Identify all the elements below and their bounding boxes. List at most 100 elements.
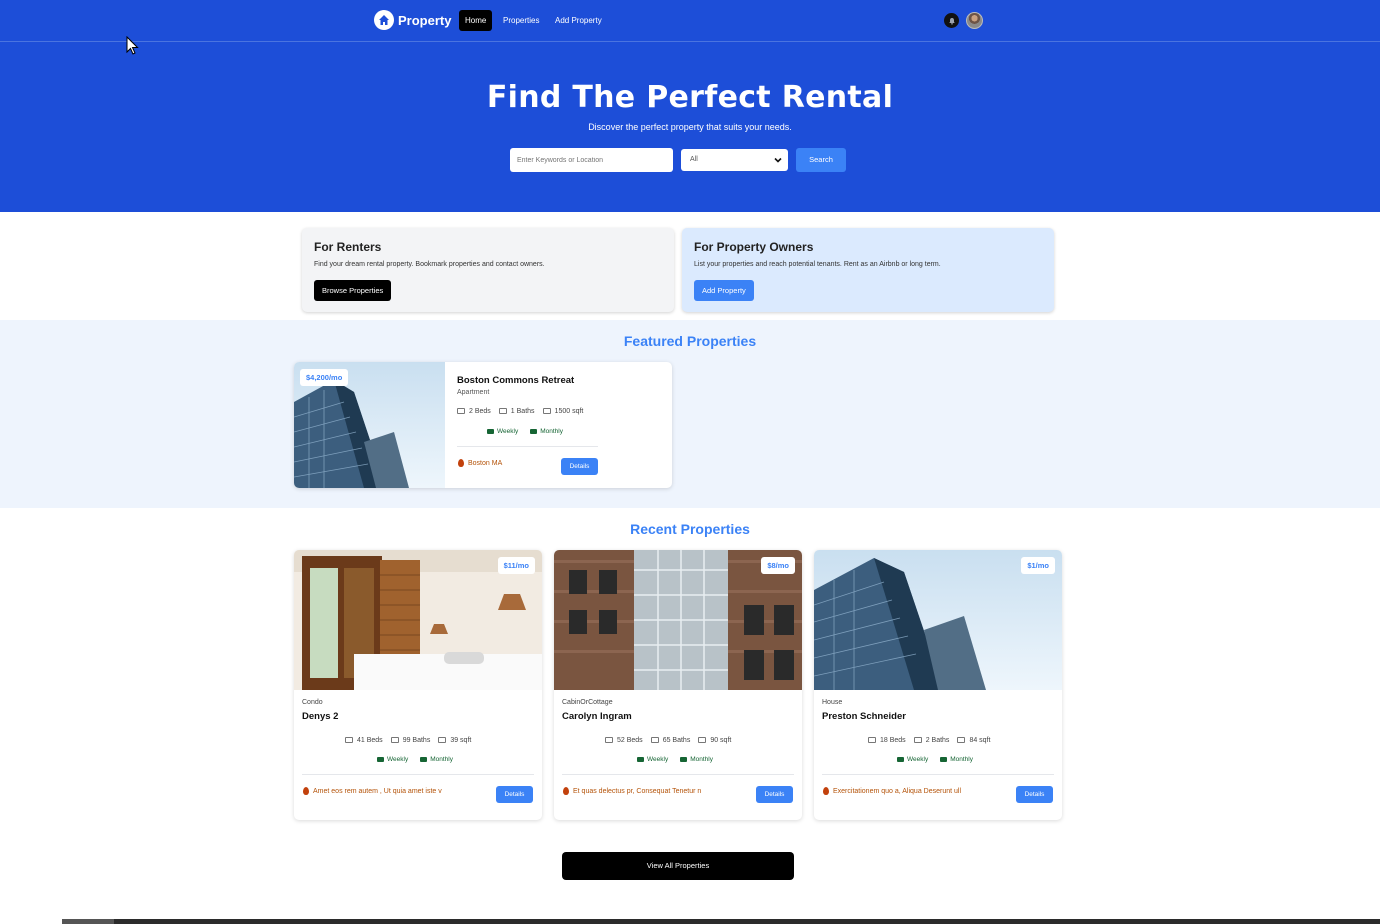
bed-icon [868, 737, 876, 744]
bell-icon[interactable] [944, 13, 959, 28]
property-rates: Weekly Monthly [377, 756, 453, 763]
featured-location: Boston MA [458, 459, 502, 467]
map-pin-icon [458, 459, 464, 467]
search-input[interactable] [510, 148, 673, 172]
ruler-icon [698, 737, 707, 744]
money-icon [487, 429, 494, 434]
navbar: Property Home Properties Add Property [0, 0, 1380, 42]
nav-add-property[interactable]: Add Property [549, 10, 608, 31]
search-button[interactable]: Search [796, 148, 846, 172]
divider [457, 446, 598, 447]
property-type: Condo [302, 699, 323, 706]
property-location: Exercitationem quo a, Aliqua Deserunt ul… [823, 787, 961, 795]
rate-weekly: Weekly [387, 756, 409, 763]
details-button[interactable]: Details [561, 458, 598, 475]
property-type-select[interactable]: All [681, 149, 788, 171]
taskbar [0, 919, 1380, 924]
browse-properties-button[interactable]: Browse Properties [314, 280, 392, 301]
beds: 18 Beds [880, 737, 906, 744]
rate-monthly: Monthly [430, 756, 453, 763]
location-text: Boston MA [468, 459, 503, 467]
property-location: Et quas delectus pr, Consequat Tenetur n [563, 787, 701, 795]
details-button[interactable]: Details [496, 786, 533, 803]
recent-property-card: $11/mo Condo Denys 2 41 Beds 99 Baths 39… [294, 550, 542, 820]
featured-rates: Weekly Monthly [487, 428, 563, 435]
money-icon [680, 757, 688, 762]
baths: 99 Baths [402, 737, 431, 744]
taskbar-left [0, 919, 62, 924]
sqft: 90 sqft [710, 737, 732, 744]
rate-weekly: Weekly [647, 756, 669, 763]
bed-icon [605, 737, 613, 744]
details-button[interactable]: Details [756, 786, 793, 803]
featured-meta: 2 Beds 1 Baths 1500 sqft [457, 408, 583, 415]
owners-box: For Property Owners List your properties… [682, 228, 1054, 312]
taskbar-item [62, 919, 114, 924]
rate-monthly: Monthly [540, 428, 563, 435]
divider [822, 774, 1054, 775]
add-property-button[interactable]: Add Property [694, 280, 754, 301]
nav-properties[interactable]: Properties [497, 10, 545, 31]
price-badge: $1/mo [1021, 557, 1055, 574]
baths: 1 Baths [510, 408, 535, 415]
renters-title: For Renters [314, 240, 382, 254]
owners-title: For Property Owners [694, 240, 814, 254]
divider [562, 774, 794, 775]
property-name: Preston Schneider [822, 711, 906, 722]
bath-icon [913, 737, 922, 744]
bath-icon [650, 737, 659, 744]
brand-logo-link[interactable]: Property [374, 10, 451, 30]
featured-type: Apartment [457, 389, 490, 396]
nav-home[interactable]: Home [459, 10, 493, 31]
baths: 2 Baths [925, 737, 950, 744]
bath-icon [498, 408, 507, 415]
money-icon [420, 757, 428, 762]
bed-icon [457, 408, 465, 415]
recent-heading: Recent Properties [630, 521, 750, 537]
money-icon [940, 757, 948, 762]
beds: 2 Beds [469, 408, 491, 415]
property-meta: 41 Beds 99 Baths 39 sqft [345, 737, 471, 744]
owners-text: List your properties and reach potential… [694, 261, 941, 268]
price-badge: $8/mo [761, 557, 795, 574]
sqft: 84 sqft [969, 737, 991, 744]
sqft: 39 sqft [450, 737, 472, 744]
rate-weekly: Weekly [497, 428, 519, 435]
price-badge: $11/mo [497, 557, 535, 574]
user-avatar[interactable] [966, 12, 983, 29]
hero-section: Find The Perfect Rental Discover the per… [0, 42, 1380, 212]
details-button[interactable]: Details [1016, 786, 1053, 803]
map-pin-icon [303, 787, 309, 795]
location-text: Et quas delectus pr, Consequat Tenetur n [573, 787, 702, 795]
bath-icon [390, 737, 399, 744]
featured-name: Boston Commons Retreat [457, 375, 575, 386]
property-meta: 52 Beds 65 Baths 90 sqft [605, 737, 731, 744]
recent-property-card: $8/mo CabinOrCottage Carolyn Ingram 52 B… [554, 550, 802, 820]
view-all-properties-button[interactable]: View All Properties [562, 852, 794, 880]
ruler-icon [438, 737, 447, 744]
divider [302, 774, 534, 775]
sqft: 1500 sqft [554, 408, 584, 415]
hero-title: Find The Perfect Rental [486, 80, 894, 115]
mouse-cursor-icon [126, 36, 139, 55]
property-type: CabinOrCottage [562, 699, 613, 706]
property-location: Amet eos rem autem , Ut quia amet iste v [303, 787, 442, 795]
property-name: Carolyn Ingram [562, 711, 632, 722]
property-rates: Weekly Monthly [637, 756, 713, 763]
property-meta: 18 Beds 2 Baths 84 sqft [868, 737, 990, 744]
location-text: Amet eos rem autem , Ut quia amet iste v [313, 787, 442, 795]
property-type: House [822, 699, 843, 706]
map-pin-icon [823, 787, 829, 795]
featured-property-card: $4,200/mo Boston Commons Retreat Apartme… [294, 362, 672, 488]
money-icon [530, 429, 538, 434]
ruler-icon [957, 737, 966, 744]
ruler-icon [542, 408, 551, 415]
renters-box: For Renters Find your dream rental prope… [302, 228, 674, 312]
money-icon [897, 757, 904, 762]
bed-icon [345, 737, 353, 744]
brand-name: Property [398, 12, 452, 28]
rate-monthly: Monthly [690, 756, 713, 763]
home-logo-icon [374, 10, 394, 30]
rate-weekly: Weekly [907, 756, 929, 763]
beds: 41 Beds [357, 737, 383, 744]
